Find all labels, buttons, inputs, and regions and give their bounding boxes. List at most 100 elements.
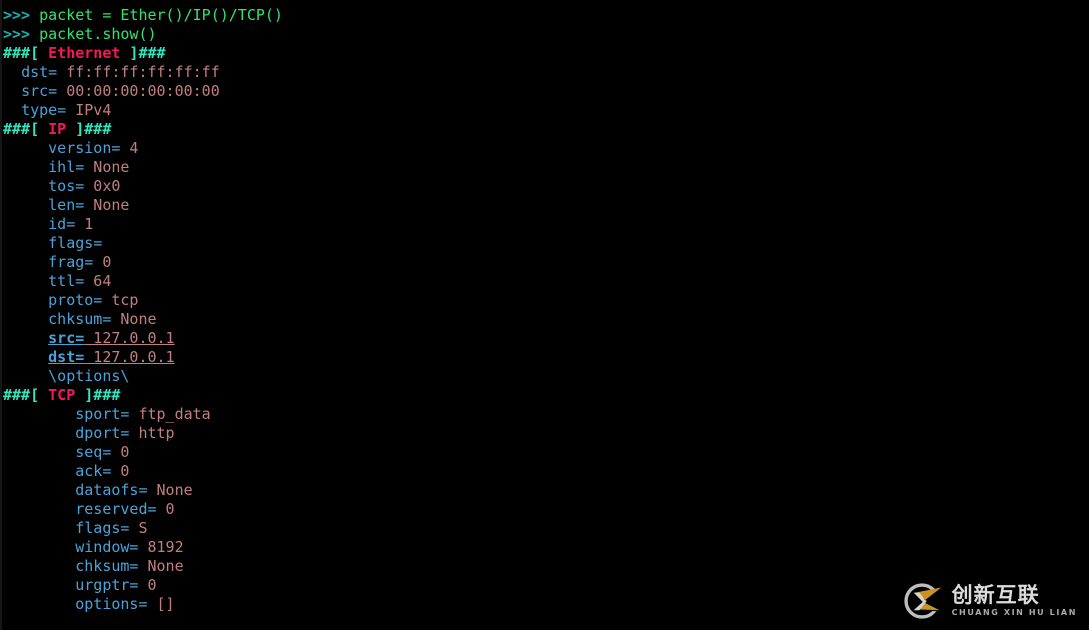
field-indent — [3, 424, 75, 442]
field-name: flags= — [48, 234, 103, 252]
field-value: 127.0.0.1 — [84, 348, 175, 366]
field-name: chksum= — [48, 310, 112, 328]
field-indent — [3, 500, 75, 518]
field-name: flags= — [75, 519, 130, 537]
command-text: packet = Ether()/IP()/TCP() — [39, 6, 283, 24]
field-line: chksum= None — [3, 557, 1089, 576]
field-line: version= 4 — [3, 139, 1089, 158]
field-name: reserved= — [75, 500, 157, 518]
field-value: 0x0 — [84, 177, 121, 195]
layer-header-close: ]### — [120, 44, 166, 62]
field-indent — [3, 82, 21, 100]
field-name: src= — [21, 82, 58, 100]
field-line: reserved= 0 — [3, 500, 1089, 519]
watermark-chinese: 创新互联 — [951, 583, 1040, 607]
field-name: len= — [48, 196, 85, 214]
field-value: None — [111, 310, 157, 328]
field-name: version= — [48, 139, 121, 157]
command-line: >>> packet.show() — [3, 25, 1089, 44]
cx-logo-icon — [903, 583, 943, 619]
field-name: window= — [75, 538, 139, 556]
field-value: 8192 — [138, 538, 184, 556]
field-line: src= 00:00:00:00:00:00 — [3, 82, 1089, 101]
field-line: src= 127.0.0.1 — [3, 329, 1089, 348]
field-indent — [3, 234, 48, 252]
field-value: 0 — [93, 253, 112, 271]
field-value: None — [84, 158, 130, 176]
field-indent — [3, 196, 48, 214]
field-value: [] — [147, 595, 175, 613]
field-value: S — [129, 519, 148, 537]
layer-header: ###[ TCP ]### — [3, 386, 1089, 405]
field-name: ihl= — [48, 158, 85, 176]
field-indent — [3, 310, 48, 328]
watermark-text: 创新互联 CHUANG XIN HU LIAN — [952, 584, 1077, 618]
command-line: >>> packet = Ether()/IP()/TCP() — [3, 6, 1089, 25]
field-value: None — [84, 196, 130, 214]
layer-header: ###[ IP ]### — [3, 120, 1089, 139]
layer-header: ###[ Ethernet ]### — [3, 44, 1089, 63]
field-indent — [3, 291, 48, 309]
field-line: ttl= 64 — [3, 272, 1089, 291]
field-value: 64 — [84, 272, 112, 290]
field-indent — [3, 272, 48, 290]
field-value: ff:ff:ff:ff:ff:ff — [57, 63, 220, 81]
field-line: tos= 0x0 — [3, 177, 1089, 196]
prompt-symbol: >>> — [3, 6, 40, 24]
field-line: sport= ftp_data — [3, 405, 1089, 424]
field-line: flags= — [3, 234, 1089, 253]
field-line: seq= 0 — [3, 443, 1089, 462]
field-value: tcp — [102, 291, 139, 309]
field-name: id= — [48, 215, 76, 233]
field-name: sport= — [75, 405, 130, 423]
field-name: options= — [75, 595, 148, 613]
field-indent — [3, 253, 48, 271]
field-indent — [3, 595, 75, 613]
field-value: 4 — [120, 139, 139, 157]
field-value: 127.0.0.1 — [84, 329, 175, 347]
watermark-pinyin: CHUANG XIN HU LIAN — [951, 608, 1077, 617]
field-line: window= 8192 — [3, 538, 1089, 557]
field-name: frag= — [48, 253, 94, 271]
terminal-output: >>> packet = Ether()/IP()/TCP() >>> packe… — [0, 6, 1089, 614]
field-line: dataofs= None — [3, 481, 1089, 500]
field-indent — [3, 329, 48, 347]
field-value: None — [138, 557, 184, 575]
field-name: chksum= — [75, 557, 139, 575]
field-indent — [3, 101, 21, 119]
field-line: proto= tcp — [3, 291, 1089, 310]
field-value: 00:00:00:00:00:00 — [57, 82, 220, 100]
field-name: urgptr= — [75, 576, 139, 594]
field-indent — [3, 557, 75, 575]
field-line: dst= ff:ff:ff:ff:ff:ff — [3, 63, 1089, 82]
field-line: len= None — [3, 196, 1089, 215]
field-indent — [3, 443, 75, 461]
field-value: ftp_data — [129, 405, 211, 423]
field-name: dport= — [75, 424, 130, 442]
field-indent — [3, 481, 75, 499]
field-line: ack= 0 — [3, 462, 1089, 481]
field-name: proto= — [48, 291, 103, 309]
field-value: 1 — [75, 215, 94, 233]
watermark: 创新互联 CHUANG XIN HU LIAN — [901, 580, 1077, 622]
options-line: \options\ — [3, 367, 1089, 386]
layer-name: IP — [48, 120, 67, 138]
field-indent — [3, 63, 21, 81]
field-line: chksum= None — [3, 310, 1089, 329]
field-line: dst= 127.0.0.1 — [3, 348, 1089, 367]
field-value: 0 — [111, 462, 130, 480]
field-indent — [3, 538, 75, 556]
layer-header-open: ###[ — [3, 386, 49, 404]
field-value: http — [129, 424, 175, 442]
field-indent — [3, 576, 75, 594]
field-line: frag= 0 — [3, 253, 1089, 272]
field-line: ihl= None — [3, 158, 1089, 177]
field-name: dst= — [21, 63, 58, 81]
terminal-window: >>> packet = Ether()/IP()/TCP() >>> packe… — [0, 0, 1089, 630]
field-name: dst= — [48, 348, 85, 366]
layer-name: TCP — [48, 386, 76, 404]
field-indent — [3, 405, 75, 423]
field-line: flags= S — [3, 519, 1089, 538]
field-name: type= — [21, 101, 67, 119]
prompt-symbol: >>> — [3, 25, 40, 43]
